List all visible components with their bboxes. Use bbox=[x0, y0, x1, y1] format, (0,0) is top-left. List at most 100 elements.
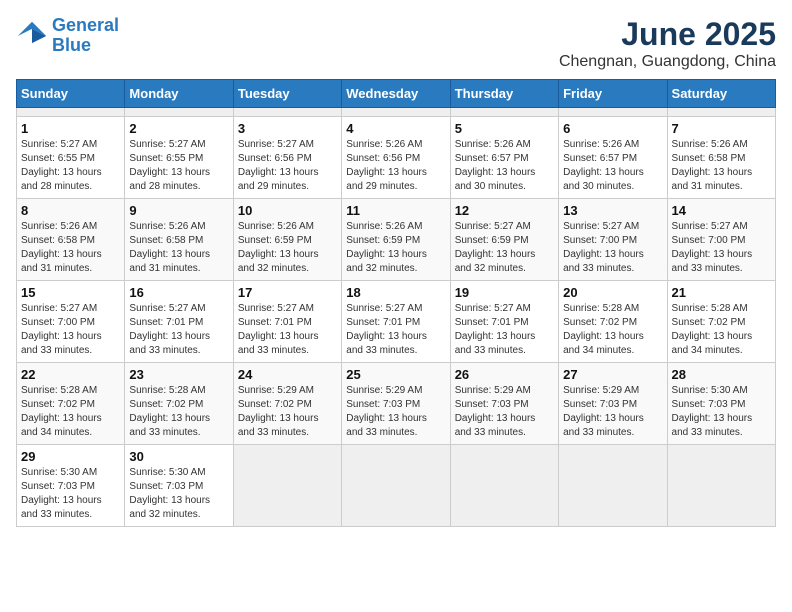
day-info: Sunrise: 5:27 AM Sunset: 6:59 PM Dayligh… bbox=[455, 220, 554, 276]
day-info: Sunrise: 5:27 AM Sunset: 7:00 PM Dayligh… bbox=[672, 220, 771, 276]
day-info: Sunrise: 5:27 AM Sunset: 6:55 PM Dayligh… bbox=[21, 138, 120, 194]
calendar-cell: 21 Sunrise: 5:28 AM Sunset: 7:02 PM Dayli… bbox=[667, 281, 775, 363]
calendar-cell: 13 Sunrise: 5:27 AM Sunset: 7:00 PM Dayli… bbox=[559, 199, 667, 281]
month-title: June 2025 bbox=[559, 16, 776, 53]
calendar-cell: 6 Sunrise: 5:26 AM Sunset: 6:57 PM Daylig… bbox=[559, 117, 667, 199]
calendar-cell: 5 Sunrise: 5:26 AM Sunset: 6:57 PM Daylig… bbox=[450, 117, 558, 199]
calendar-cell: 3 Sunrise: 5:27 AM Sunset: 6:56 PM Daylig… bbox=[233, 117, 341, 199]
calendar-week-row: 1Sunrise: 5:27 AM Sunset: 6:55 PM Daylig… bbox=[17, 117, 776, 199]
day-info: Sunrise: 5:27 AM Sunset: 7:01 PM Dayligh… bbox=[346, 302, 445, 358]
day-num-label: 26 bbox=[455, 367, 554, 382]
day-info: Sunrise: 5:27 AM Sunset: 7:00 PM Dayligh… bbox=[563, 220, 662, 276]
day-num-label: 20 bbox=[563, 285, 662, 300]
calendar-cell bbox=[667, 108, 775, 117]
calendar-cell: 17 Sunrise: 5:27 AM Sunset: 7:01 PM Dayli… bbox=[233, 281, 341, 363]
day-num-label: 14 bbox=[672, 203, 771, 218]
calendar-cell: 2 Sunrise: 5:27 AM Sunset: 6:55 PM Daylig… bbox=[125, 117, 233, 199]
calendar-cell bbox=[342, 108, 450, 117]
calendar-cell: 15Sunrise: 5:27 AM Sunset: 7:00 PM Dayli… bbox=[17, 281, 125, 363]
calendar-cell: 4 Sunrise: 5:26 AM Sunset: 6:56 PM Daylig… bbox=[342, 117, 450, 199]
header-cell-monday: Monday bbox=[125, 80, 233, 108]
day-info: Sunrise: 5:26 AM Sunset: 6:57 PM Dayligh… bbox=[455, 138, 554, 194]
calendar-cell bbox=[559, 108, 667, 117]
header-cell-wednesday: Wednesday bbox=[342, 80, 450, 108]
calendar-header-row: SundayMondayTuesdayWednesdayThursdayFrid… bbox=[17, 80, 776, 108]
day-num-label: 4 bbox=[346, 121, 445, 136]
day-info: Sunrise: 5:26 AM Sunset: 6:58 PM Dayligh… bbox=[21, 220, 120, 276]
calendar-cell: 24 Sunrise: 5:29 AM Sunset: 7:02 PM Dayli… bbox=[233, 363, 341, 445]
calendar-cell: 26 Sunrise: 5:29 AM Sunset: 7:03 PM Dayli… bbox=[450, 363, 558, 445]
calendar-cell: 19Sunrise: 5:27 AM Sunset: 7:01 PM Dayli… bbox=[450, 281, 558, 363]
day-info: Sunrise: 5:27 AM Sunset: 6:55 PM Dayligh… bbox=[129, 138, 228, 194]
day-num-label: 19 bbox=[455, 285, 554, 300]
calendar-week-row: 8 Sunrise: 5:26 AM Sunset: 6:58 PM Daylig… bbox=[17, 199, 776, 281]
day-num-label: 3 bbox=[238, 121, 337, 136]
logo-icon bbox=[16, 20, 48, 52]
logo: General Blue bbox=[16, 16, 119, 56]
calendar-cell: 28Sunrise: 5:30 AM Sunset: 7:03 PM Dayli… bbox=[667, 363, 775, 445]
day-info: Sunrise: 5:27 AM Sunset: 7:00 PM Dayligh… bbox=[21, 302, 120, 358]
day-num-label: 11 bbox=[346, 203, 445, 218]
day-info: Sunrise: 5:29 AM Sunset: 7:02 PM Dayligh… bbox=[238, 384, 337, 440]
day-num-label: 22 bbox=[21, 367, 120, 382]
day-num-label: 12 bbox=[455, 203, 554, 218]
day-info: Sunrise: 5:26 AM Sunset: 6:59 PM Dayligh… bbox=[238, 220, 337, 276]
calendar-cell bbox=[17, 108, 125, 117]
day-info: Sunrise: 5:26 AM Sunset: 6:56 PM Dayligh… bbox=[346, 138, 445, 194]
calendar-cell: 14 Sunrise: 5:27 AM Sunset: 7:00 PM Dayli… bbox=[667, 199, 775, 281]
calendar-cell: 27Sunrise: 5:29 AM Sunset: 7:03 PM Dayli… bbox=[559, 363, 667, 445]
day-info: Sunrise: 5:28 AM Sunset: 7:02 PM Dayligh… bbox=[563, 302, 662, 358]
location-title: Chengnan, Guangdong, China bbox=[559, 53, 776, 71]
day-info: Sunrise: 5:26 AM Sunset: 6:57 PM Dayligh… bbox=[563, 138, 662, 194]
day-num-label: 29 bbox=[21, 449, 120, 464]
calendar-cell bbox=[450, 445, 558, 527]
day-info: Sunrise: 5:26 AM Sunset: 6:59 PM Dayligh… bbox=[346, 220, 445, 276]
day-num-label: 7 bbox=[672, 121, 771, 136]
header-cell-friday: Friday bbox=[559, 80, 667, 108]
day-info: Sunrise: 5:26 AM Sunset: 6:58 PM Dayligh… bbox=[672, 138, 771, 194]
calendar-cell bbox=[559, 445, 667, 527]
day-num-label: 10 bbox=[238, 203, 337, 218]
day-num-label: 17 bbox=[238, 285, 337, 300]
calendar-cell: 18 Sunrise: 5:27 AM Sunset: 7:01 PM Dayli… bbox=[342, 281, 450, 363]
day-num-label: 24 bbox=[238, 367, 337, 382]
day-num-label: 2 bbox=[129, 121, 228, 136]
day-num-label: 23 bbox=[129, 367, 228, 382]
calendar-table: SundayMondayTuesdayWednesdayThursdayFrid… bbox=[16, 79, 776, 527]
calendar-cell: 29Sunrise: 5:30 AM Sunset: 7:03 PM Dayli… bbox=[17, 445, 125, 527]
day-info: Sunrise: 5:27 AM Sunset: 6:56 PM Dayligh… bbox=[238, 138, 337, 194]
day-info: Sunrise: 5:29 AM Sunset: 7:03 PM Dayligh… bbox=[455, 384, 554, 440]
day-num-label: 6 bbox=[563, 121, 662, 136]
header-cell-saturday: Saturday bbox=[667, 80, 775, 108]
day-num-label: 8 bbox=[21, 203, 120, 218]
calendar-cell: 11 Sunrise: 5:26 AM Sunset: 6:59 PM Dayli… bbox=[342, 199, 450, 281]
day-num-label: 18 bbox=[346, 285, 445, 300]
calendar-cell: 9Sunrise: 5:26 AM Sunset: 6:58 PM Daylig… bbox=[125, 199, 233, 281]
calendar-cell: 30Sunrise: 5:30 AM Sunset: 7:03 PM Dayli… bbox=[125, 445, 233, 527]
calendar-cell bbox=[667, 445, 775, 527]
day-info: Sunrise: 5:28 AM Sunset: 7:02 PM Dayligh… bbox=[672, 302, 771, 358]
day-info: Sunrise: 5:27 AM Sunset: 7:01 PM Dayligh… bbox=[238, 302, 337, 358]
day-num-label: 5 bbox=[455, 121, 554, 136]
header-cell-sunday: Sunday bbox=[17, 80, 125, 108]
calendar-cell bbox=[342, 445, 450, 527]
calendar-cell bbox=[450, 108, 558, 117]
calendar-cell: 8 Sunrise: 5:26 AM Sunset: 6:58 PM Daylig… bbox=[17, 199, 125, 281]
day-info: Sunrise: 5:30 AM Sunset: 7:03 PM Dayligh… bbox=[129, 466, 228, 522]
calendar-cell: 12 Sunrise: 5:27 AM Sunset: 6:59 PM Dayli… bbox=[450, 199, 558, 281]
header-cell-thursday: Thursday bbox=[450, 80, 558, 108]
calendar-week-row: 15Sunrise: 5:27 AM Sunset: 7:00 PM Dayli… bbox=[17, 281, 776, 363]
calendar-cell: 1Sunrise: 5:27 AM Sunset: 6:55 PM Daylig… bbox=[17, 117, 125, 199]
calendar-cell bbox=[233, 445, 341, 527]
day-info: Sunrise: 5:29 AM Sunset: 7:03 PM Dayligh… bbox=[346, 384, 445, 440]
logo-text: General Blue bbox=[52, 16, 119, 56]
day-info: Sunrise: 5:29 AM Sunset: 7:03 PM Dayligh… bbox=[563, 384, 662, 440]
calendar-week-row: 22Sunrise: 5:28 AM Sunset: 7:02 PM Dayli… bbox=[17, 363, 776, 445]
day-num-label: 21 bbox=[672, 285, 771, 300]
day-num-label: 9 bbox=[129, 203, 228, 218]
calendar-cell: 25Sunrise: 5:29 AM Sunset: 7:03 PM Dayli… bbox=[342, 363, 450, 445]
calendar-cell: 16Sunrise: 5:27 AM Sunset: 7:01 PM Dayli… bbox=[125, 281, 233, 363]
title-area: June 2025 Chengnan, Guangdong, China bbox=[559, 16, 776, 71]
day-num-label: 13 bbox=[563, 203, 662, 218]
day-num-label: 28 bbox=[672, 367, 771, 382]
